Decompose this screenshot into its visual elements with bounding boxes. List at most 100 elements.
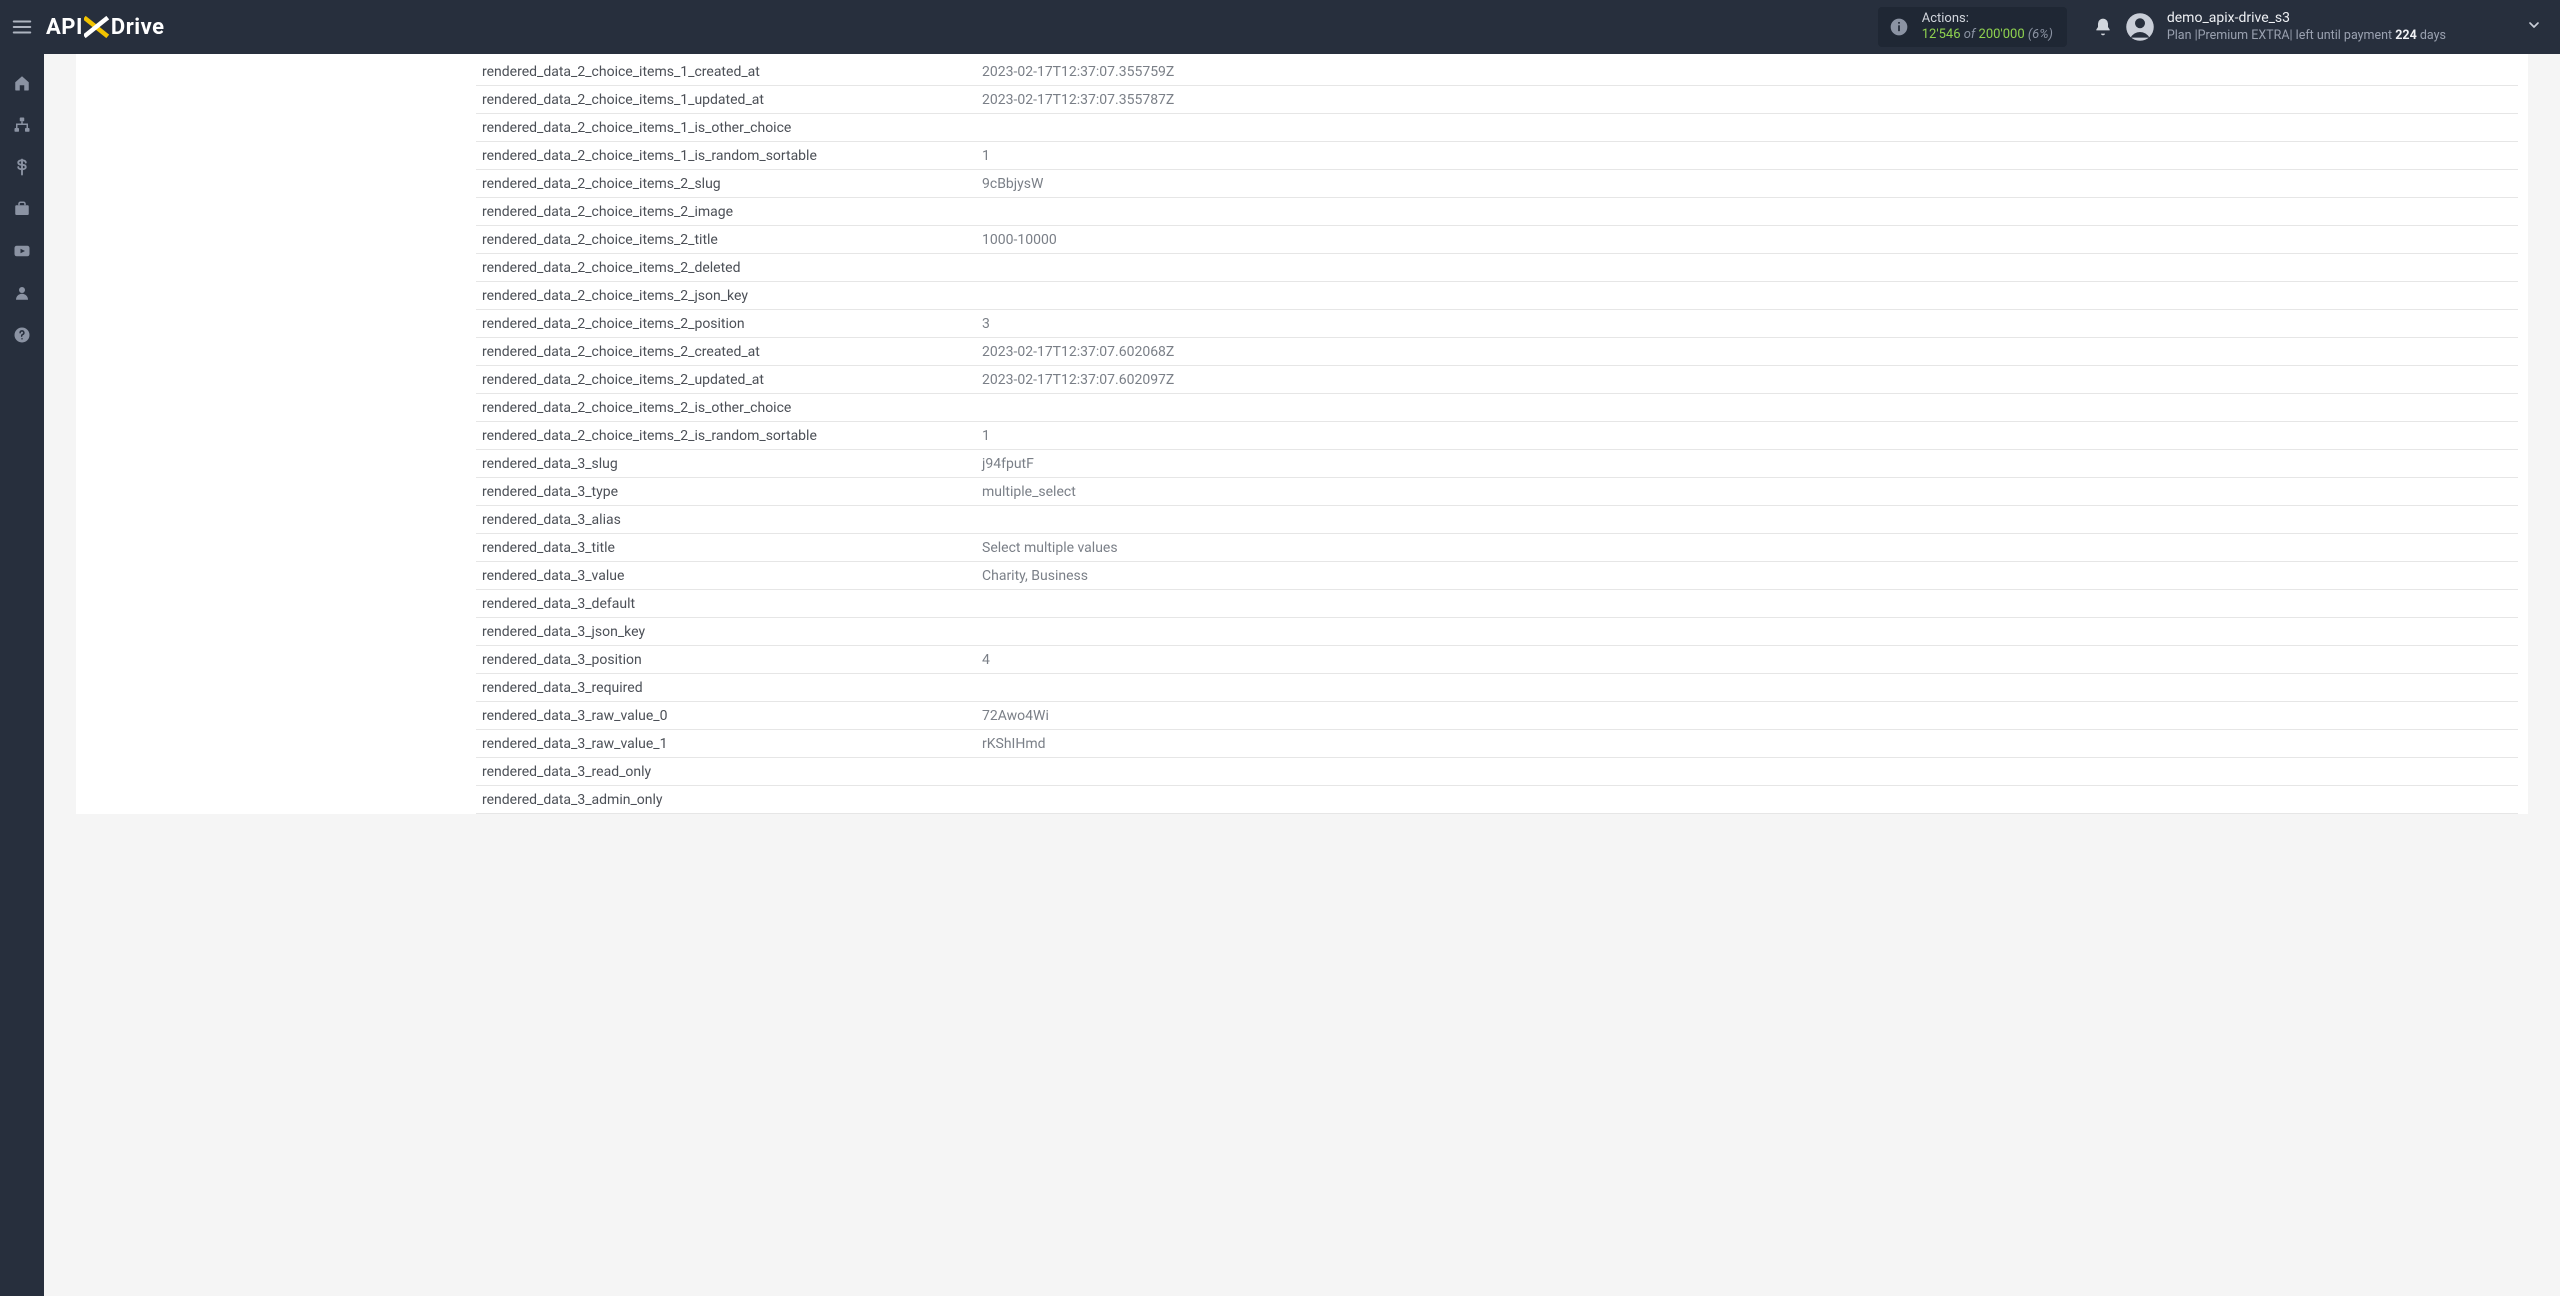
field-key: rendered_data_3_slug: [476, 450, 976, 478]
briefcase-icon: [13, 200, 31, 218]
table-row: rendered_data_3_read_only: [476, 758, 2518, 786]
field-value: [976, 786, 2518, 814]
chevron-down-icon: [2526, 17, 2542, 37]
field-key: rendered_data_2_choice_items_2_is_other_…: [476, 394, 976, 422]
field-value: multiple_select: [976, 478, 2518, 506]
actions-counter[interactable]: Actions: 12'546 of 200'000 (6%): [1878, 7, 2067, 47]
sidebar-item-connections[interactable]: [0, 104, 44, 146]
field-value: 2023-02-17T12:37:07.355759Z: [976, 58, 2518, 86]
bell-icon: [2093, 17, 2113, 37]
field-value: [976, 674, 2518, 702]
table-row: rendered_data_2_choice_items_2_deleted: [476, 254, 2518, 282]
table-row: rendered_data_3_position4: [476, 646, 2518, 674]
table-row: rendered_data_3_default: [476, 590, 2518, 618]
menu-toggle-button[interactable]: [0, 0, 44, 54]
field-value: 2023-02-17T12:37:07.602068Z: [976, 338, 2518, 366]
avatar-icon: [2125, 12, 2155, 42]
field-key: rendered_data_3_read_only: [476, 758, 976, 786]
table-row: rendered_data_3_raw_value_072Awo4Wi: [476, 702, 2518, 730]
sidebar-item-help[interactable]: [0, 314, 44, 356]
field-key: rendered_data_2_choice_items_2_is_random…: [476, 422, 976, 450]
field-value: [976, 254, 2518, 282]
sitemap-icon: [13, 116, 31, 134]
field-value: 3: [976, 310, 2518, 338]
field-value: [976, 758, 2518, 786]
field-value: 1: [976, 422, 2518, 450]
home-icon: [13, 74, 31, 92]
actions-label: Actions:: [1922, 11, 2053, 27]
table-row: rendered_data_3_raw_value_1rKShIHmd: [476, 730, 2518, 758]
account-name: demo_apix-drive_s3: [2167, 10, 2446, 28]
field-key: rendered_data_2_choice_items_2_deleted: [476, 254, 976, 282]
table-row: rendered_data_2_choice_items_1_is_other_…: [476, 114, 2518, 142]
user-icon: [13, 284, 31, 302]
field-key: rendered_data_3_raw_value_0: [476, 702, 976, 730]
table-row: rendered_data_3_slugj94fputF: [476, 450, 2518, 478]
sidebar-item-billing[interactable]: [0, 146, 44, 188]
sidebar-item-home[interactable]: [0, 62, 44, 104]
field-key: rendered_data_2_choice_items_2_json_key: [476, 282, 976, 310]
notifications-button[interactable]: [2081, 0, 2125, 54]
info-icon: [1884, 12, 1914, 42]
field-value: [976, 506, 2518, 534]
table-row: rendered_data_2_choice_items_2_is_other_…: [476, 394, 2518, 422]
field-key: rendered_data_3_type: [476, 478, 976, 506]
app-logo[interactable]: API Drive: [46, 15, 164, 40]
youtube-icon: [13, 242, 31, 260]
content-card: rendered_data_2_choice_items_1_created_a…: [76, 54, 2528, 814]
field-value: j94fputF: [976, 450, 2518, 478]
field-value: [976, 282, 2518, 310]
field-value: [976, 198, 2518, 226]
field-key: rendered_data_2_choice_items_1_updated_a…: [476, 86, 976, 114]
field-value: 2023-02-17T12:37:07.602097Z: [976, 366, 2518, 394]
table-row: rendered_data_2_choice_items_2_is_random…: [476, 422, 2518, 450]
sidebar-item-profile[interactable]: [0, 272, 44, 314]
field-key: rendered_data_2_choice_items_1_is_random…: [476, 142, 976, 170]
field-value: [976, 114, 2518, 142]
page-scroll-area[interactable]: rendered_data_2_choice_items_1_created_a…: [44, 54, 2560, 1296]
field-key: rendered_data_3_default: [476, 590, 976, 618]
table-row: rendered_data_2_choice_items_2_slug9cBbj…: [476, 170, 2518, 198]
sidebar-item-video[interactable]: [0, 230, 44, 272]
field-key: rendered_data_3_alias: [476, 506, 976, 534]
table-row: rendered_data_2_choice_items_1_updated_a…: [476, 86, 2518, 114]
table-row: rendered_data_3_titleSelect multiple val…: [476, 534, 2518, 562]
table-row: rendered_data_3_alias: [476, 506, 2518, 534]
field-key: rendered_data_3_required: [476, 674, 976, 702]
field-key: rendered_data_3_raw_value_1: [476, 730, 976, 758]
field-key: rendered_data_2_choice_items_2_image: [476, 198, 976, 226]
field-key: rendered_data_2_choice_items_1_created_a…: [476, 58, 976, 86]
account-plan-line: Plan |Premium EXTRA| left until payment …: [2167, 28, 2446, 44]
table-row: rendered_data_3_admin_only: [476, 786, 2518, 814]
table-row: rendered_data_2_choice_items_2_updated_a…: [476, 366, 2518, 394]
table-row: rendered_data_3_json_key: [476, 618, 2518, 646]
field-value: 1000-10000: [976, 226, 2518, 254]
logo-drive-text: Drive: [111, 15, 165, 40]
table-row: rendered_data_3_typemultiple_select: [476, 478, 2518, 506]
account-menu[interactable]: demo_apix-drive_s3 Plan |Premium EXTRA| …: [2125, 10, 2560, 43]
field-key: rendered_data_3_value: [476, 562, 976, 590]
field-key: rendered_data_2_choice_items_2_slug: [476, 170, 976, 198]
field-key: rendered_data_2_choice_items_1_is_other_…: [476, 114, 976, 142]
hamburger-icon: [11, 16, 33, 38]
question-icon: [13, 326, 31, 344]
field-key: rendered_data_3_json_key: [476, 618, 976, 646]
logo-x-icon: [84, 15, 110, 39]
sidebar: [0, 54, 44, 1296]
table-row: rendered_data_2_choice_items_2_json_key: [476, 282, 2518, 310]
dollar-icon: [13, 158, 31, 176]
field-value: [976, 618, 2518, 646]
actions-numbers: 12'546 of 200'000 (6%): [1922, 27, 2053, 43]
field-value: [976, 394, 2518, 422]
table-row: rendered_data_2_choice_items_2_title1000…: [476, 226, 2518, 254]
field-key: rendered_data_3_title: [476, 534, 976, 562]
table-row: rendered_data_2_choice_items_2_image: [476, 198, 2518, 226]
sidebar-item-work[interactable]: [0, 188, 44, 230]
table-row: rendered_data_3_required: [476, 674, 2518, 702]
table-row: rendered_data_2_choice_items_1_created_a…: [476, 58, 2518, 86]
field-value: 72Awo4Wi: [976, 702, 2518, 730]
field-mapping-table: rendered_data_2_choice_items_1_created_a…: [476, 58, 2518, 814]
field-value: [976, 590, 2518, 618]
topbar: API Drive Actions: 12'546 of 200'000 (6%…: [0, 0, 2560, 54]
field-value: rKShIHmd: [976, 730, 2518, 758]
